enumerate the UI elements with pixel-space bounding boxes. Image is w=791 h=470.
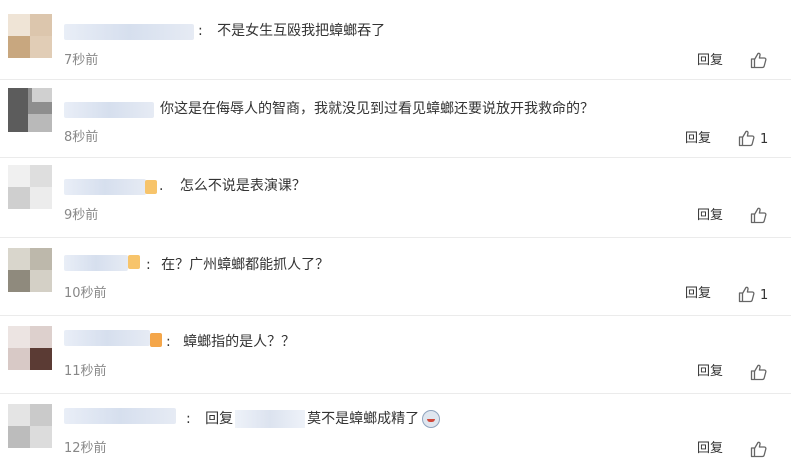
thumbs-up-icon[interactable]	[750, 440, 768, 458]
comment-time: 7秒前	[64, 53, 99, 68]
comment-colon: :	[166, 334, 171, 350]
comment-text: 怎么不说是表演课？	[179, 178, 306, 194]
reply-button[interactable]: 回复	[685, 131, 711, 147]
comment-time: 11秒前	[64, 364, 107, 379]
comment-item: . 怎么不说是表演课？ 9秒前 回复	[0, 158, 791, 238]
username-blurred[interactable]	[64, 408, 176, 424]
comment-time: 9秒前	[64, 208, 99, 223]
like-count: 1	[760, 288, 769, 303]
comment-item: : 不是女生互殴我把蟑螂吞了 7秒前 回复	[0, 0, 791, 80]
comment-body: 你这是在侮辱人的智商，我就没见到过看见蟑螂还要说放开我救命的？	[160, 100, 594, 118]
comment-body: : 回复 莫不是蟑螂成精了	[186, 410, 441, 428]
thumbs-up-icon[interactable]	[750, 51, 768, 69]
avatar[interactable]	[8, 88, 52, 132]
username-blurred[interactable]	[64, 24, 194, 40]
comment-body: : 不是女生互殴我把蟑螂吞了	[198, 22, 385, 40]
reply-button[interactable]: 回复	[697, 53, 723, 69]
comment-text: 莫不是蟑螂成精了	[307, 411, 420, 427]
username-blurred[interactable]	[64, 102, 154, 118]
thumbs-up-icon[interactable]	[738, 285, 756, 303]
comment-time: 12秒前	[64, 441, 107, 456]
username-blurred[interactable]	[64, 330, 150, 346]
face-emoji-icon	[422, 410, 441, 428]
face-emoji-icon	[128, 255, 140, 269]
comment-body: . 怎么不说是表演课？	[159, 177, 306, 195]
comment-colon: :	[186, 411, 191, 427]
comment-time: 10秒前	[64, 286, 107, 301]
comment-item: : 在？广州蟑螂都能抓人了？ 10秒前 回复 1	[0, 238, 791, 316]
thumbs-up-icon[interactable]	[750, 363, 768, 381]
comment-colon: .	[159, 178, 164, 194]
comment-body: : 蟑螂指的是人？？	[166, 333, 295, 351]
mentioned-username-blurred[interactable]	[235, 410, 306, 428]
avatar[interactable]	[8, 14, 52, 58]
like-count: 1	[760, 132, 769, 147]
comment-list: : 不是女生互殴我把蟑螂吞了 7秒前 回复 你这是在侮辱人的智商，我就没见到过看…	[0, 0, 791, 470]
comment-body: : 在？广州蟑螂都能抓人了？	[146, 256, 329, 274]
comment-time: 8秒前	[64, 130, 99, 145]
comment-text: 在？广州蟑螂都能抓人了？	[161, 257, 330, 273]
avatar[interactable]	[8, 326, 52, 370]
thumbs-up-icon[interactable]	[750, 206, 768, 224]
comment-colon: :	[198, 23, 203, 39]
reply-button[interactable]: 回复	[697, 441, 723, 457]
comment-item: : 回复 莫不是蟑螂成精了 12秒前 回复	[0, 394, 791, 470]
reply-word: 回复	[205, 411, 234, 427]
avatar[interactable]	[8, 404, 52, 448]
reply-button[interactable]: 回复	[685, 286, 711, 302]
comment-item: : 蟑螂指的是人？？ 11秒前 回复	[0, 316, 791, 394]
username-blurred[interactable]	[64, 179, 146, 195]
face-emoji-icon	[150, 333, 162, 347]
username-blurred[interactable]	[64, 255, 128, 271]
comment-colon: :	[146, 257, 151, 273]
avatar[interactable]	[8, 165, 52, 209]
face-emoji-icon	[145, 180, 157, 194]
comment-text: 你这是在侮辱人的智商，我就没见到过看见蟑螂还要说放开我救命的？	[160, 101, 594, 117]
thumbs-up-icon[interactable]	[738, 129, 756, 147]
reply-button[interactable]: 回复	[697, 364, 723, 380]
comment-text: 不是女生互殴我把蟑螂吞了	[217, 23, 386, 39]
reply-button[interactable]: 回复	[697, 208, 723, 224]
avatar[interactable]	[8, 248, 52, 292]
comment-text: 蟑螂指的是人？？	[183, 334, 296, 350]
comment-item: 你这是在侮辱人的智商，我就没见到过看见蟑螂还要说放开我救命的？ 8秒前 回复 1	[0, 80, 791, 158]
